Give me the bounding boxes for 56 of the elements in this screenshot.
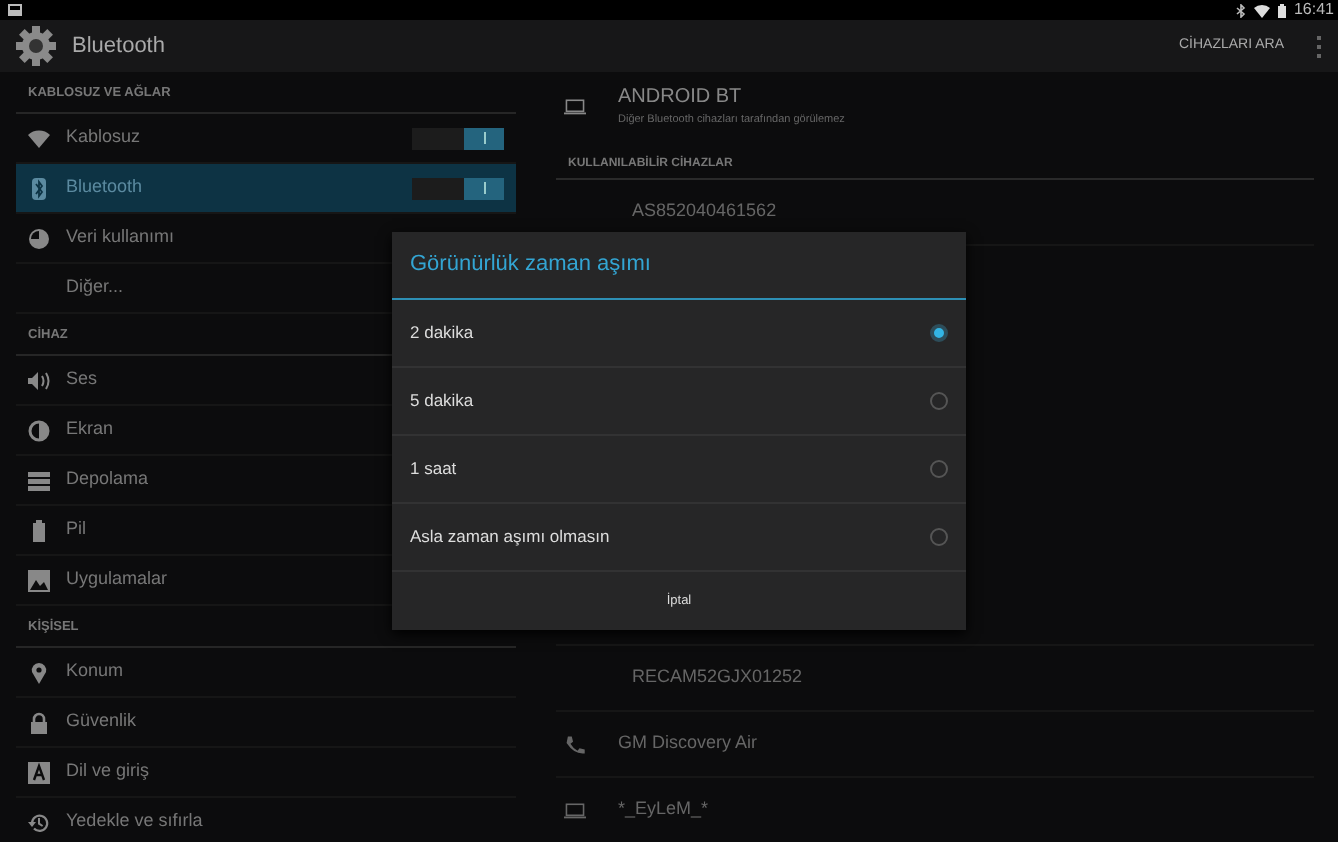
- item-label: Yedekle ve sıfırla: [66, 808, 203, 835]
- settings-item[interactable]: Konum: [16, 648, 516, 698]
- item-label: Dil ve giriş: [66, 758, 150, 785]
- radio-option[interactable]: 1 saat: [392, 436, 966, 504]
- item-label: Pil: [66, 516, 87, 543]
- item-label: Ses: [66, 366, 98, 393]
- history-icon: [28, 811, 50, 833]
- device-name: ANDROID BT: [618, 84, 744, 113]
- picture-icon: [28, 569, 50, 591]
- device-name[interactable]: AS852040461562: [632, 198, 777, 226]
- radio-option[interactable]: Asla zaman aşımı olmasın: [392, 504, 966, 572]
- bluetooth-icon: [1235, 3, 1246, 17]
- radio-button[interactable]: [930, 324, 948, 342]
- item-label: Güvenlik: [66, 708, 137, 735]
- laptop-icon: [564, 95, 586, 117]
- storage-icon: [28, 469, 50, 491]
- radio-button[interactable]: [930, 528, 948, 546]
- item-label: Bluetooth: [66, 174, 143, 201]
- laptop-icon: [564, 799, 586, 821]
- lock-icon: [28, 711, 50, 733]
- brightness-icon: [28, 419, 50, 441]
- wifi-icon: [1253, 3, 1270, 17]
- item-label: Konum: [66, 658, 124, 685]
- settings-item[interactable]: Güvenlik: [16, 698, 516, 748]
- location-pin-icon: [28, 661, 50, 683]
- settings-icon[interactable]: [16, 26, 56, 66]
- item-label: Uygulamalar: [66, 566, 168, 593]
- battery-icon: [1277, 3, 1286, 17]
- item-label: Diğer...: [66, 274, 124, 301]
- battery-icon: [28, 519, 50, 541]
- device-name[interactable]: GM Discovery Air: [618, 730, 758, 758]
- phone-icon: [564, 733, 586, 755]
- item-label: Kablosuz: [66, 124, 141, 151]
- toggle-switch[interactable]: [412, 177, 504, 199]
- settings-item[interactable]: Yedekle ve sıfırla: [16, 798, 516, 842]
- picture-icon: [8, 4, 22, 16]
- radio-button[interactable]: [930, 460, 948, 478]
- radio-button[interactable]: [930, 392, 948, 410]
- settings-item[interactable]: Dil ve giriş: [16, 748, 516, 798]
- clock-time: 16:41: [1293, 0, 1334, 22]
- item-label: Ekran: [66, 416, 114, 443]
- item-label: Veri kullanımı: [66, 224, 175, 251]
- radio-option[interactable]: 2 dakika: [392, 300, 966, 368]
- overflow-menu-icon[interactable]: [1316, 35, 1322, 57]
- toggle-switch[interactable]: [412, 127, 504, 149]
- device-name[interactable]: RECAM52GJX01252: [632, 664, 803, 692]
- item-label: Depolama: [66, 466, 149, 493]
- radio-option[interactable]: 5 dakika: [392, 368, 966, 436]
- bluetooth-icon: [28, 177, 50, 199]
- device-name[interactable]: *_EyLeM_*: [618, 796, 709, 824]
- screen-title: Bluetooth: [72, 31, 165, 62]
- settings-item[interactable]: Bluetooth: [16, 164, 516, 214]
- wifi-icon: [28, 127, 50, 149]
- speaker-icon: [28, 369, 50, 391]
- keyboard-letter-icon: [28, 761, 50, 783]
- pie-chart-icon: [28, 227, 50, 249]
